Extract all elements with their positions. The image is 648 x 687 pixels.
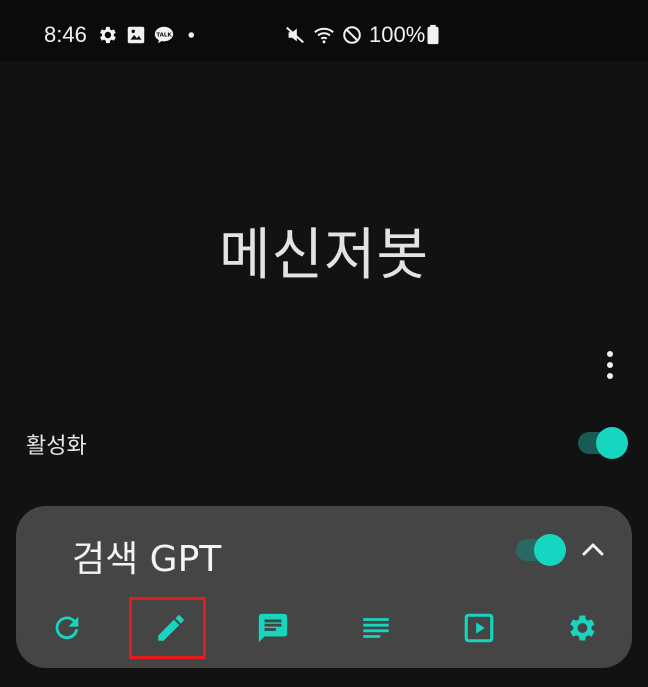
gear-icon — [96, 24, 118, 46]
wifi-icon — [313, 24, 335, 46]
more-options-button[interactable] — [596, 350, 624, 380]
app-title: 메신저봇 — [218, 223, 430, 288]
bot-settings-button[interactable] — [557, 604, 605, 652]
do-not-disturb-icon — [341, 24, 363, 46]
image-icon — [125, 24, 147, 46]
more-vertical-icon — [607, 351, 613, 379]
status-time: 8:46 — [44, 22, 87, 47]
refresh-icon — [55, 616, 79, 640]
bot-card: 검색 GPT — [16, 506, 632, 668]
play-box-icon — [464, 613, 494, 643]
log-button[interactable] — [352, 604, 400, 652]
battery-percent: 100% — [369, 22, 426, 47]
activate-switch-thumb — [596, 427, 628, 459]
bot-switch-thumb — [534, 534, 566, 566]
list-icon — [363, 618, 389, 638]
activate-label: 활성화 — [26, 434, 87, 459]
chevron-up-icon — [582, 543, 604, 556]
collapse-button[interactable] — [580, 538, 606, 560]
screen: 8:46 TALK 100% 메신저봇 활성화 검색 GPT — [0, 0, 648, 687]
mute-icon — [284, 24, 306, 46]
dot-icon — [183, 24, 205, 46]
activate-switch[interactable] — [578, 427, 628, 459]
bot-enable-switch[interactable] — [516, 534, 566, 566]
settings-icon — [570, 615, 595, 641]
edit-highlight-box — [129, 597, 206, 659]
talk-icon: TALK — [153, 24, 175, 46]
talk-badge-text: TALK — [156, 32, 172, 38]
chat-button[interactable] — [249, 604, 297, 652]
play-button[interactable] — [455, 604, 503, 652]
chat-icon — [258, 613, 288, 643]
status-bar: 8:46 TALK 100% — [0, 0, 648, 62]
bot-name: 검색 GPT — [72, 539, 222, 580]
refresh-button[interactable] — [43, 604, 91, 652]
battery-icon — [424, 24, 442, 46]
